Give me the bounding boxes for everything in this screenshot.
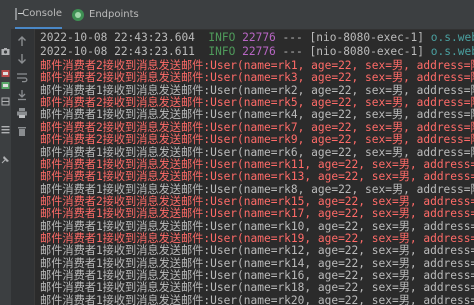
- log-timestamp: 2022-10-08 22:43:23.611: [40, 45, 195, 58]
- arrow-up-icon[interactable]: [16, 35, 28, 47]
- restore-layout-icon[interactable]: [1, 91, 10, 106]
- tab-endpoints[interactable]: Endpoints: [72, 0, 139, 29]
- trash-icon[interactable]: [16, 125, 28, 137]
- soft-wrap-icon[interactable]: [16, 71, 28, 83]
- camera-icon[interactable]: [1, 41, 10, 55]
- log-separator: ---: [282, 31, 303, 44]
- arrow-down-icon[interactable]: [16, 53, 28, 65]
- run-tool-window: Console Endpoints 2022-10-08 22:43:23.60…: [0, 0, 474, 305]
- console-icon: [15, 7, 25, 20]
- vertical-scrollbar[interactable]: [467, 29, 474, 305]
- log-line: 邮件消费者1接收到消息发送邮件:User(name=rk20, age=22, …: [40, 293, 474, 305]
- tab-endpoints-label: Endpoints: [89, 9, 139, 20]
- scroll-to-end-icon[interactable]: [16, 89, 28, 101]
- log-header-row: 2022-10-08 22:43:23.604 INFO 22776 --- […: [40, 31, 474, 45]
- log-thread: [nio-8080-exec-1]: [309, 31, 425, 44]
- tool-window-tabbar: Console Endpoints: [0, 0, 474, 30]
- settings-icon[interactable]: [1, 119, 10, 134]
- print-icon[interactable]: [16, 107, 28, 119]
- endpoints-icon: [72, 8, 84, 21]
- log-level: INFO: [208, 31, 236, 44]
- tab-console-label: Console: [22, 8, 62, 19]
- rerun-icon[interactable]: [1, 63, 10, 77]
- pin-icon[interactable]: [1, 149, 10, 164]
- log-pid: 22776: [242, 45, 276, 58]
- stop-icon[interactable]: [1, 75, 10, 89]
- log-level: INFO: [208, 45, 236, 58]
- console-gutter-toolbar: [11, 29, 35, 305]
- console-output[interactable]: 2022-10-08 22:43:23.604 INFO 22776 --- […: [40, 29, 474, 305]
- log-separator: ---: [282, 45, 303, 58]
- log-header-row: 2022-10-08 22:43:23.611 INFO 22776 --- […: [40, 45, 474, 59]
- log-thread: [nio-8080-exec-1]: [309, 45, 425, 58]
- tab-console[interactable]: Console: [15, 0, 62, 29]
- log-pid: 22776: [242, 31, 276, 44]
- log-timestamp: 2022-10-08 22:43:23.604: [40, 31, 195, 44]
